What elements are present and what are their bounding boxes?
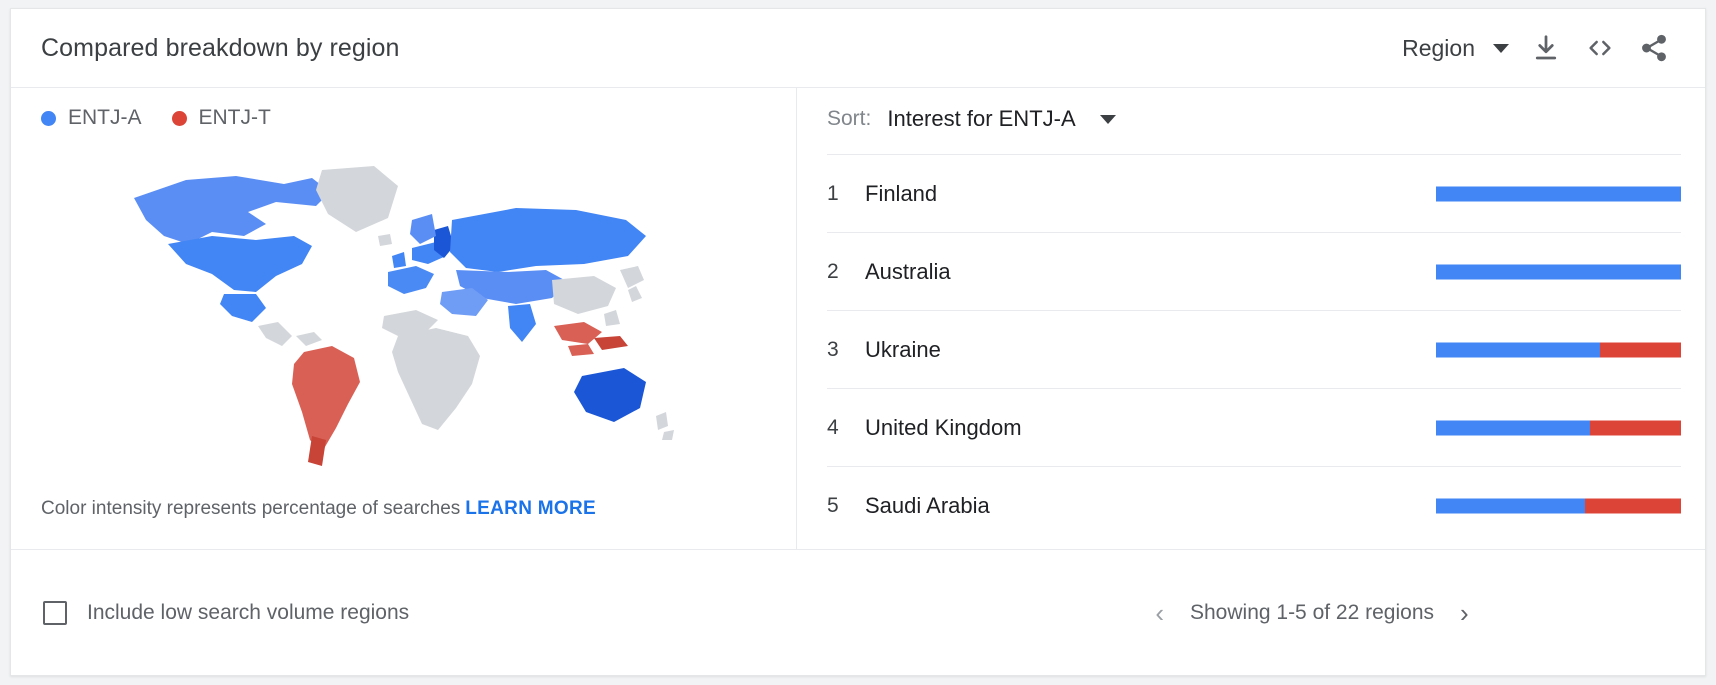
- bar-segment-entj-a: [1436, 264, 1681, 279]
- header-toolbar: Region: [1394, 9, 1681, 87]
- chevron-down-icon: [1099, 114, 1116, 124]
- sort-label: Sort:: [827, 107, 872, 130]
- include-low-volume-checkbox[interactable]: Include low search volume regions: [43, 601, 409, 625]
- bar-segment-entj-a: [1436, 342, 1601, 357]
- region-name: Ukraine: [865, 336, 941, 362]
- trends-region-widget: Compared breakdown by region Region ENTJ…: [0, 0, 1716, 685]
- legend-label: ENTJ-T: [198, 106, 271, 129]
- card-body: ENTJ-A ENTJ-T Color intensity represents…: [11, 88, 1705, 549]
- card-header: Compared breakdown by region Region: [11, 9, 1705, 88]
- sort-control: Sort: Interest for ENTJ-A: [827, 102, 1120, 136]
- legend-dot-icon: [41, 110, 56, 126]
- interest-bar: [1436, 342, 1681, 357]
- pagination-status: Showing 1-5 of 22 regions: [1190, 601, 1434, 624]
- rank-number: 3: [827, 337, 839, 361]
- learn-more-link[interactable]: LEARN MORE: [465, 498, 596, 519]
- legend-item-1[interactable]: ENTJ-T: [171, 106, 271, 130]
- region-name: Finland: [865, 180, 938, 206]
- region-name: Saudi Arabia: [865, 492, 990, 518]
- interest-bar: [1436, 498, 1681, 513]
- table-row[interactable]: 5 Saudi Arabia: [827, 466, 1681, 544]
- chevron-down-icon: [1493, 43, 1509, 53]
- map-landmasses: [134, 166, 674, 466]
- region-dropdown-label: Region: [1402, 34, 1475, 61]
- interest-bar: [1436, 186, 1681, 201]
- table-row[interactable]: 4 United Kingdom: [827, 388, 1681, 466]
- pagination: ‹ Showing 1-5 of 22 regions ›: [919, 600, 1705, 626]
- checkbox-label: Include low search volume regions: [87, 601, 410, 624]
- interest-bar: [1436, 420, 1681, 435]
- sort-dropdown[interactable]: Interest for ENTJ-A: [883, 102, 1119, 136]
- legend-item-0[interactable]: ENTJ-A: [41, 106, 142, 130]
- chevron-left-icon[interactable]: ‹: [1155, 600, 1164, 626]
- chevron-right-icon[interactable]: ›: [1460, 600, 1469, 626]
- page-title: Compared breakdown by region: [41, 33, 400, 62]
- map-note-text: Color intensity represents percentage of…: [41, 498, 461, 519]
- table-row[interactable]: 2 Australia: [827, 232, 1681, 310]
- compared-breakdown-card: Compared breakdown by region Region ENTJ…: [10, 8, 1706, 676]
- region-rank-list: 1 Finland 2 Australia 3 Ukraine 4 United…: [827, 154, 1681, 544]
- rank-number: 5: [827, 493, 839, 517]
- map-pane: ENTJ-A ENTJ-T Color intensity represents…: [11, 88, 797, 549]
- sort-value: Interest for ENTJ-A: [887, 106, 1076, 131]
- bar-segment-entj-t: [1585, 498, 1681, 513]
- checkbox-icon[interactable]: [43, 601, 67, 625]
- bar-segment-entj-a: [1436, 498, 1586, 513]
- bar-segment-entj-t: [1600, 342, 1681, 357]
- card-footer: Include low search volume regions ‹ Show…: [11, 549, 1705, 676]
- legend-label: ENTJ-A: [68, 106, 142, 129]
- bar-segment-entj-a: [1436, 420, 1591, 435]
- region-name: United Kingdom: [865, 414, 1022, 440]
- share-icon[interactable]: [1627, 21, 1681, 75]
- rank-number: 4: [827, 415, 839, 439]
- rank-number: 1: [827, 181, 839, 205]
- legend-dot-icon: [171, 110, 187, 126]
- region-dropdown[interactable]: Region: [1394, 29, 1519, 68]
- region-list-pane: Sort: Interest for ENTJ-A 1 Finland 2 Au…: [797, 88, 1705, 549]
- world-map[interactable]: [116, 140, 696, 480]
- download-icon[interactable]: [1519, 21, 1573, 75]
- region-name: Australia: [865, 258, 951, 284]
- bar-segment-entj-a: [1436, 186, 1681, 201]
- interest-bar: [1436, 264, 1681, 279]
- legend: ENTJ-A ENTJ-T: [41, 106, 271, 130]
- table-row[interactable]: 1 Finland: [827, 154, 1681, 232]
- embed-code-icon[interactable]: [1573, 21, 1627, 75]
- table-row[interactable]: 3 Ukraine: [827, 310, 1681, 388]
- map-note: Color intensity represents percentage of…: [41, 498, 596, 520]
- rank-number: 2: [827, 259, 839, 283]
- bar-segment-entj-t: [1590, 420, 1681, 435]
